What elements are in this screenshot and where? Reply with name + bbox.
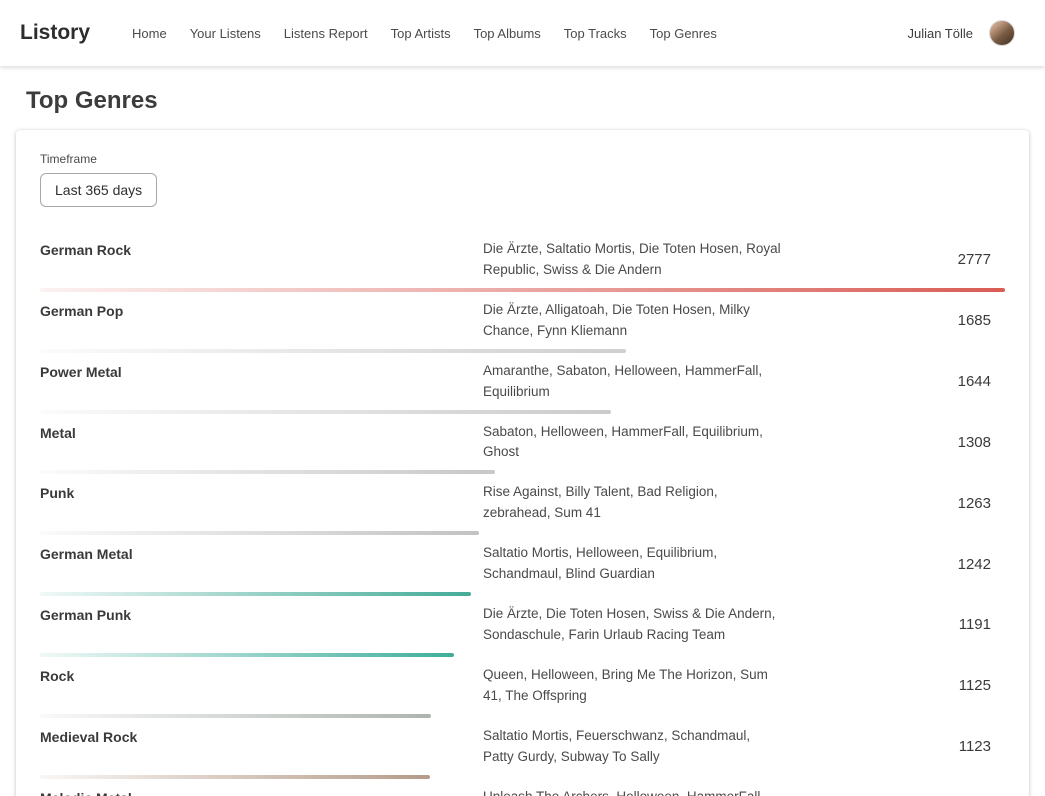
genre-artists: Sabaton, Helloween, HammerFall, Equilibr… xyxy=(483,422,783,464)
genre-bar-track xyxy=(40,775,1005,779)
genre-name: German Pop xyxy=(40,300,483,319)
genre-artists: Amaranthe, Sabaton, Helloween, HammerFal… xyxy=(483,361,783,403)
nav-item-listens-report[interactable]: Listens Report xyxy=(284,26,368,41)
page-title: Top Genres xyxy=(26,87,1019,115)
genre-count: 1191 xyxy=(783,616,1005,633)
genre-name: German Rock xyxy=(40,239,483,258)
genre-count: 2777 xyxy=(783,251,1005,268)
nav-item-top-albums[interactable]: Top Albums xyxy=(474,26,541,41)
brand-logo[interactable]: Listory xyxy=(20,21,90,45)
genre-row: German Pop Die Ärzte, Alligatoah, Die To… xyxy=(40,292,1005,353)
timeframe-select[interactable]: Last 365 days xyxy=(40,173,157,207)
genre-artists: Unleash The Archers, Helloween, HammerFa… xyxy=(483,787,783,796)
genre-bar xyxy=(40,470,495,474)
nav-item-top-genres[interactable]: Top Genres xyxy=(650,26,717,41)
genre-bar-track xyxy=(40,349,1005,353)
genre-name: Metal xyxy=(40,422,483,441)
nav-item-top-artists[interactable]: Top Artists xyxy=(391,26,451,41)
genre-artists: Die Ärzte, Alligatoah, Die Toten Hosen, … xyxy=(483,300,783,342)
genre-name: Punk xyxy=(40,482,483,501)
genre-bar xyxy=(40,349,626,353)
genre-count: 1685 xyxy=(783,312,1005,329)
genre-bar xyxy=(40,653,454,657)
genre-name: Medieval Rock xyxy=(40,726,483,745)
genre-bar-track xyxy=(40,653,1005,657)
genre-bar xyxy=(40,592,471,596)
nav-item-top-tracks[interactable]: Top Tracks xyxy=(564,26,627,41)
genre-count: 1242 xyxy=(783,556,1005,573)
genre-name: German Metal xyxy=(40,543,483,562)
genre-row: Melodic Metal Unleash The Archers, Hello… xyxy=(40,779,1005,796)
user-avatar[interactable] xyxy=(989,20,1015,46)
genre-name: Melodic Metal xyxy=(40,787,483,796)
main-nav: Home Your Listens Listens Report Top Artist… xyxy=(132,26,717,41)
top-navbar: Listory Home Your Listens Listens Report To… xyxy=(0,0,1045,66)
genre-count: 1123 xyxy=(783,738,1005,755)
user-name: Julian Tölle xyxy=(907,26,973,41)
genre-bar xyxy=(40,410,611,414)
genre-count: 1308 xyxy=(783,434,1005,451)
genre-row: Medieval Rock Saltatio Mortis, Feuerschw… xyxy=(40,718,1005,779)
genre-bar-track xyxy=(40,714,1005,718)
timeframe-label: Timeframe xyxy=(40,152,1005,166)
genre-count: 1644 xyxy=(783,373,1005,390)
genre-row: German Punk Die Ärzte, Die Toten Hosen, … xyxy=(40,596,1005,657)
genre-bar xyxy=(40,775,430,779)
genre-row: German Rock Die Ärzte, Saltatio Mortis, … xyxy=(40,231,1005,292)
genre-bar-track xyxy=(40,288,1005,292)
genre-row: German Metal Saltatio Mortis, Helloween,… xyxy=(40,535,1005,596)
genre-artists: Die Ärzte, Saltatio Mortis, Die Toten Ho… xyxy=(483,239,783,281)
genre-count: 1125 xyxy=(783,677,1005,694)
genre-row: Punk Rise Against, Billy Talent, Bad Rel… xyxy=(40,474,1005,535)
genre-name: Power Metal xyxy=(40,361,483,380)
nav-item-home[interactable]: Home xyxy=(132,26,167,41)
genre-artists: Queen, Helloween, Bring Me The Horizon, … xyxy=(483,665,783,707)
genre-bar-track xyxy=(40,531,1005,535)
genre-row: Metal Sabaton, Helloween, HammerFall, Eq… xyxy=(40,414,1005,475)
genre-row: Rock Queen, Helloween, Bring Me The Hori… xyxy=(40,657,1005,718)
genre-row: Power Metal Amaranthe, Sabaton, Hellowee… xyxy=(40,353,1005,414)
genre-artists: Die Ärzte, Die Toten Hosen, Swiss & Die … xyxy=(483,604,783,646)
genre-bar-track xyxy=(40,470,1005,474)
top-genres-card: Timeframe Last 365 days German Rock Die … xyxy=(16,130,1029,796)
genre-artists: Rise Against, Billy Talent, Bad Religion… xyxy=(483,482,783,524)
nav-item-your-listens[interactable]: Your Listens xyxy=(190,26,261,41)
genre-bar xyxy=(40,288,1005,292)
genre-bar-track xyxy=(40,592,1005,596)
genre-artists: Saltatio Mortis, Feuerschwanz, Schandmau… xyxy=(483,726,783,768)
genre-bar-track xyxy=(40,410,1005,414)
genre-bar xyxy=(40,714,431,718)
genre-list: German Rock Die Ärzte, Saltatio Mortis, … xyxy=(40,231,1005,796)
genre-artists: Saltatio Mortis, Helloween, Equilibrium,… xyxy=(483,543,783,585)
genre-count: 1263 xyxy=(783,495,1005,512)
genre-bar xyxy=(40,531,479,535)
genre-name: German Punk xyxy=(40,604,483,623)
genre-name: Rock xyxy=(40,665,483,684)
